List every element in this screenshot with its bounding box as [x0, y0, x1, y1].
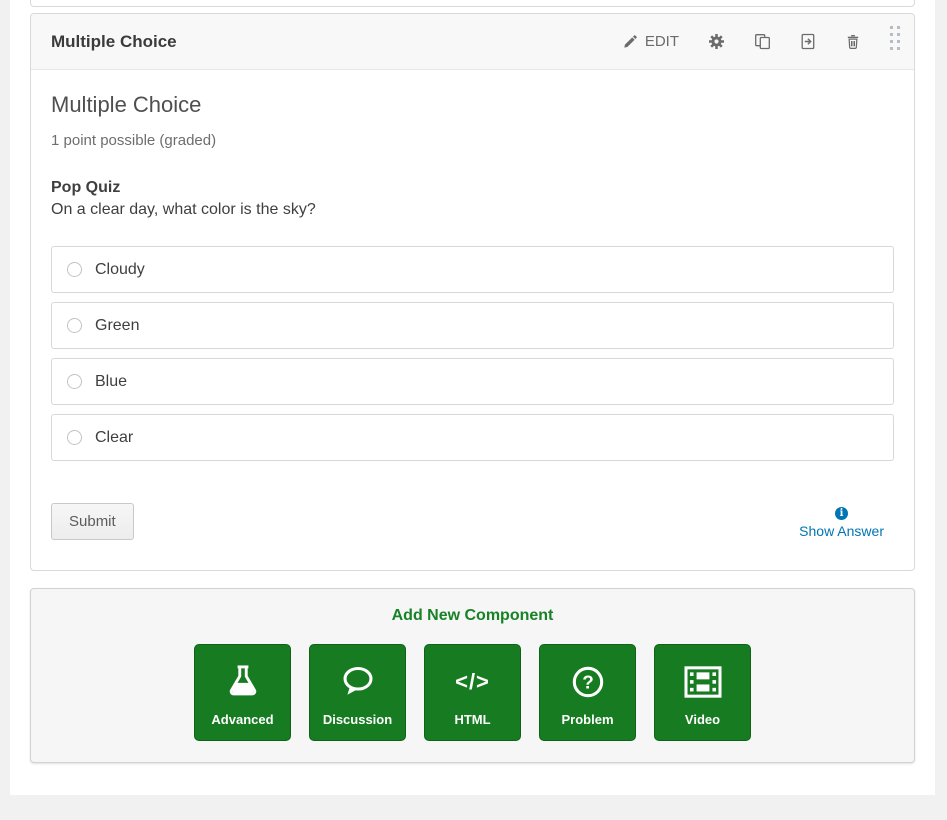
add-advanced-button[interactable]: Advanced — [194, 644, 291, 741]
speech-bubble-icon — [339, 645, 377, 712]
add-new-component-panel: Add New Component Advanced — [30, 588, 915, 763]
add-discussion-button[interactable]: Discussion — [309, 644, 406, 741]
duplicate-button[interactable] — [754, 33, 771, 50]
settings-button[interactable] — [708, 33, 725, 50]
show-answer-block: i Show Answer — [799, 503, 894, 539]
question-text: On a clear day, what color is the sky? — [51, 201, 894, 219]
component-title: Multiple Choice — [51, 32, 623, 52]
radio-button[interactable] — [67, 374, 82, 389]
points-possible-text: 1 point possible (graded) — [51, 132, 894, 149]
previous-component-stub — [30, 0, 915, 7]
add-button-label: Problem — [561, 712, 613, 727]
page-content: Multiple Choice EDIT — [10, 0, 935, 795]
flask-icon — [225, 645, 261, 712]
question-title: Pop Quiz — [51, 179, 894, 197]
delete-button[interactable] — [845, 33, 861, 50]
add-button-label: HTML — [454, 712, 490, 727]
code-glyph: </> — [455, 669, 490, 695]
choice-label: Blue — [95, 373, 127, 391]
drag-handle-icon — [890, 26, 901, 57]
choice-option-blue[interactable]: Blue — [51, 358, 894, 405]
edit-button[interactable]: EDIT — [623, 33, 679, 50]
problem-preview: Multiple Choice 1 point possible (graded… — [31, 70, 914, 570]
choice-option-green[interactable]: Green — [51, 302, 894, 349]
show-answer-link[interactable]: Show Answer — [799, 523, 884, 539]
code-icon: </> — [455, 645, 490, 712]
info-icon[interactable]: i — [835, 507, 848, 520]
add-component-title: Add New Component — [31, 607, 914, 625]
choice-label: Green — [95, 317, 139, 335]
add-button-label: Discussion — [323, 712, 392, 727]
add-video-button[interactable]: Video — [654, 644, 751, 741]
trash-icon — [845, 33, 861, 50]
gear-icon — [708, 33, 725, 50]
component-header: Multiple Choice EDIT — [31, 14, 914, 70]
problem-actions-row: Submit i Show Answer — [51, 503, 894, 540]
duplicate-icon — [754, 33, 771, 50]
edit-button-label: EDIT — [645, 33, 679, 50]
choice-group: Cloudy Green Blue Clear — [51, 246, 894, 461]
question-circle-icon: ? — [570, 645, 606, 712]
add-button-label: Video — [685, 712, 720, 727]
pencil-icon — [623, 34, 638, 49]
add-html-button[interactable]: </> HTML — [424, 644, 521, 741]
choice-label: Clear — [95, 429, 133, 447]
choice-option-clear[interactable]: Clear — [51, 414, 894, 461]
component-actions: EDIT — [623, 26, 901, 57]
choice-label: Cloudy — [95, 261, 145, 279]
add-problem-button[interactable]: ? Problem — [539, 644, 636, 741]
radio-button[interactable] — [67, 262, 82, 277]
drag-handle[interactable] — [890, 26, 901, 57]
submit-button[interactable]: Submit — [51, 503, 134, 540]
component-card: Multiple Choice EDIT — [30, 13, 915, 571]
svg-text:?: ? — [582, 672, 594, 693]
radio-button[interactable] — [67, 318, 82, 333]
choice-option-cloudy[interactable]: Cloudy — [51, 246, 894, 293]
add-button-label: Advanced — [211, 712, 273, 727]
problem-heading: Multiple Choice — [51, 92, 894, 118]
film-icon — [684, 645, 722, 712]
move-button[interactable] — [800, 33, 816, 50]
radio-button[interactable] — [67, 430, 82, 445]
move-icon — [800, 33, 816, 50]
add-component-buttons: Advanced Discussion </> HTML — [31, 644, 914, 741]
